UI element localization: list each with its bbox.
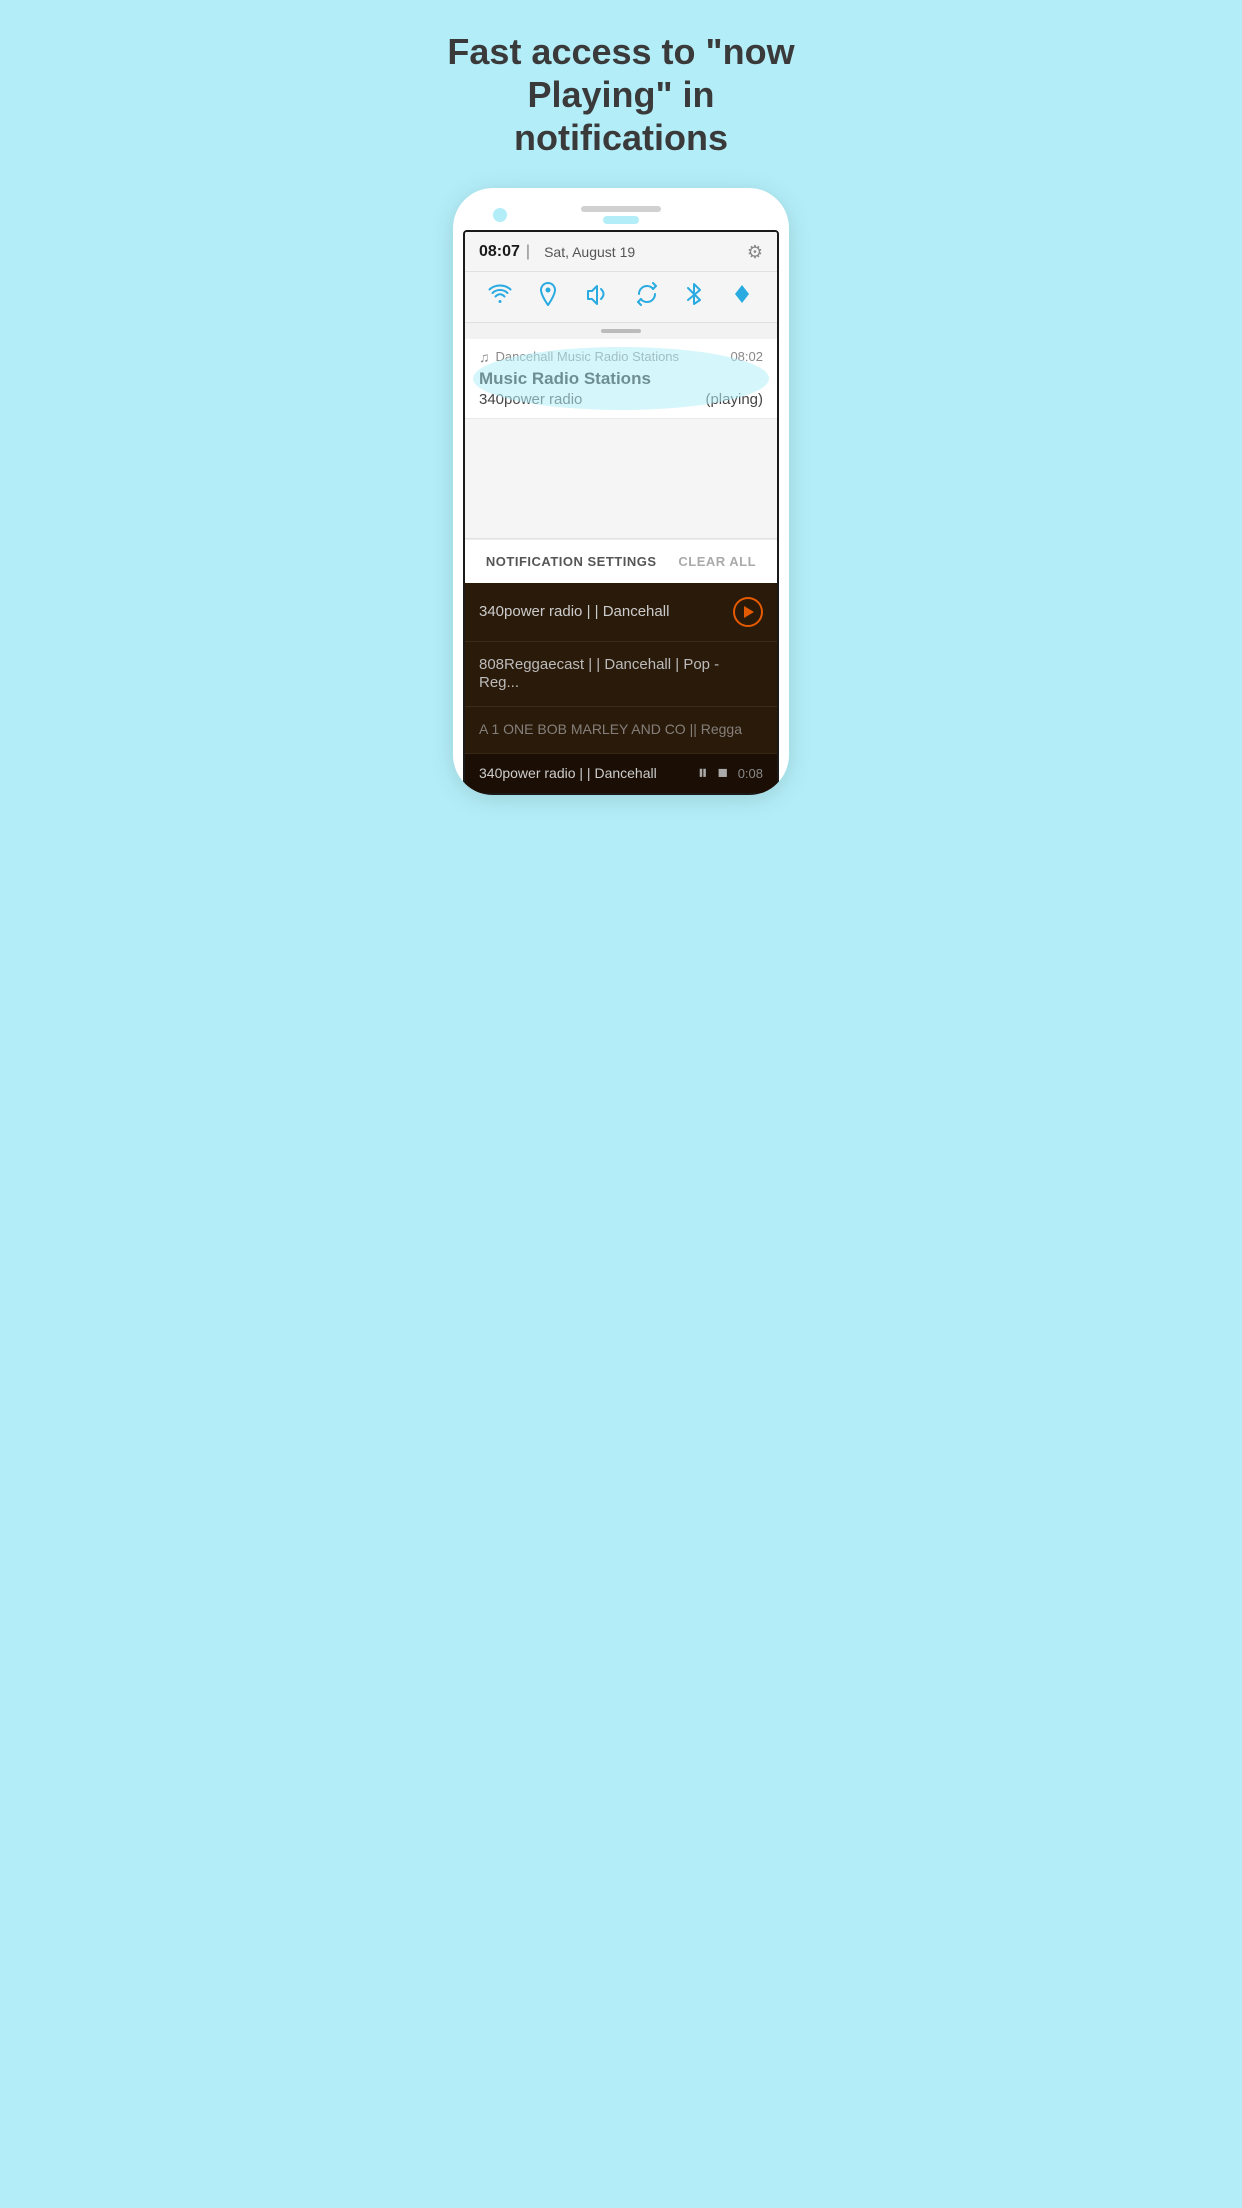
- volume-icon[interactable]: [585, 283, 609, 311]
- station-row-1[interactable]: 340power radio | | Dancehall: [465, 583, 777, 642]
- station-name-1: 340power radio | | Dancehall: [479, 603, 733, 620]
- bluetooth-icon[interactable]: [685, 282, 703, 312]
- phone-mockup: 08:07 | Sat, August 19 ⚙: [453, 188, 789, 795]
- notification-title: Music Radio Stations: [479, 369, 763, 389]
- page-wrapper: Fast access to "now Playing" in notifica…: [414, 0, 828, 795]
- station-row-3[interactable]: A 1 ONE BOB MARLEY AND CO || Regga: [465, 707, 777, 754]
- stop-button[interactable]: ⏹: [718, 762, 728, 785]
- app-content: 340power radio | | Dancehall 808Reggaeca…: [465, 583, 777, 793]
- empty-notification-space: [465, 419, 777, 539]
- phone-top-bar: [463, 206, 779, 224]
- notification-item[interactable]: ♫ Dancehall Music Radio Stations 08:02 M…: [465, 339, 777, 419]
- notification-station: 340power radio: [479, 391, 582, 408]
- pause-button[interactable]: ⏸: [698, 762, 708, 785]
- notification-time: 08:02: [730, 349, 763, 364]
- player-bar: 340power radio | | Dancehall ⏸ ⏹ 0:08: [465, 754, 777, 793]
- notification-settings-button[interactable]: NOTIFICATION SETTINGS: [486, 554, 657, 569]
- wifi-icon[interactable]: [488, 283, 512, 311]
- notification-subtitle: 340power radio (playing): [479, 391, 763, 408]
- station-row-2[interactable]: 808Reggaecast | | Dancehall | Pop - Reg.…: [465, 642, 777, 707]
- status-separator: |: [526, 243, 530, 261]
- status-time: 08:07: [479, 243, 520, 261]
- status-bar: 08:07 | Sat, August 19 ⚙: [465, 232, 777, 272]
- status-date: Sat, August 19: [544, 244, 635, 260]
- quick-settings: [465, 272, 777, 323]
- player-time: 0:08: [738, 766, 763, 781]
- phone-camera: [493, 208, 507, 222]
- clear-all-button[interactable]: CLEAR ALL: [678, 554, 756, 569]
- player-station-name: 340power radio | | Dancehall: [479, 765, 698, 781]
- play-button-1[interactable]: [733, 597, 763, 627]
- phone-speaker: [581, 206, 661, 212]
- station-name-3: A 1 ONE BOB MARLEY AND CO || Regga: [479, 721, 742, 737]
- drag-handle: [601, 329, 641, 333]
- player-controls: ⏸ ⏹: [698, 762, 728, 785]
- data-icon[interactable]: [730, 282, 754, 312]
- phone-screen: 08:07 | Sat, August 19 ⚙: [463, 230, 779, 795]
- station-name-2: 808Reggaecast | | Dancehall | Pop - Reg.…: [479, 656, 719, 691]
- notification-app-name: Dancehall Music Radio Stations: [496, 349, 680, 364]
- notification-header: ♫ Dancehall Music Radio Stations 08:02: [479, 349, 763, 365]
- headline: Fast access to "now Playing" in notifica…: [434, 30, 808, 160]
- notification-area[interactable]: ♫ Dancehall Music Radio Stations 08:02 M…: [465, 339, 777, 419]
- notification-actions: NOTIFICATION SETTINGS CLEAR ALL: [465, 539, 777, 583]
- sync-icon[interactable]: [635, 282, 659, 312]
- gear-icon: ⚙: [747, 242, 763, 263]
- phone-sensor: [603, 216, 639, 224]
- music-icon: ♫: [479, 349, 490, 365]
- notification-playing: (playing): [705, 391, 763, 408]
- play-triangle-icon: [744, 606, 754, 618]
- location-icon[interactable]: [538, 282, 558, 312]
